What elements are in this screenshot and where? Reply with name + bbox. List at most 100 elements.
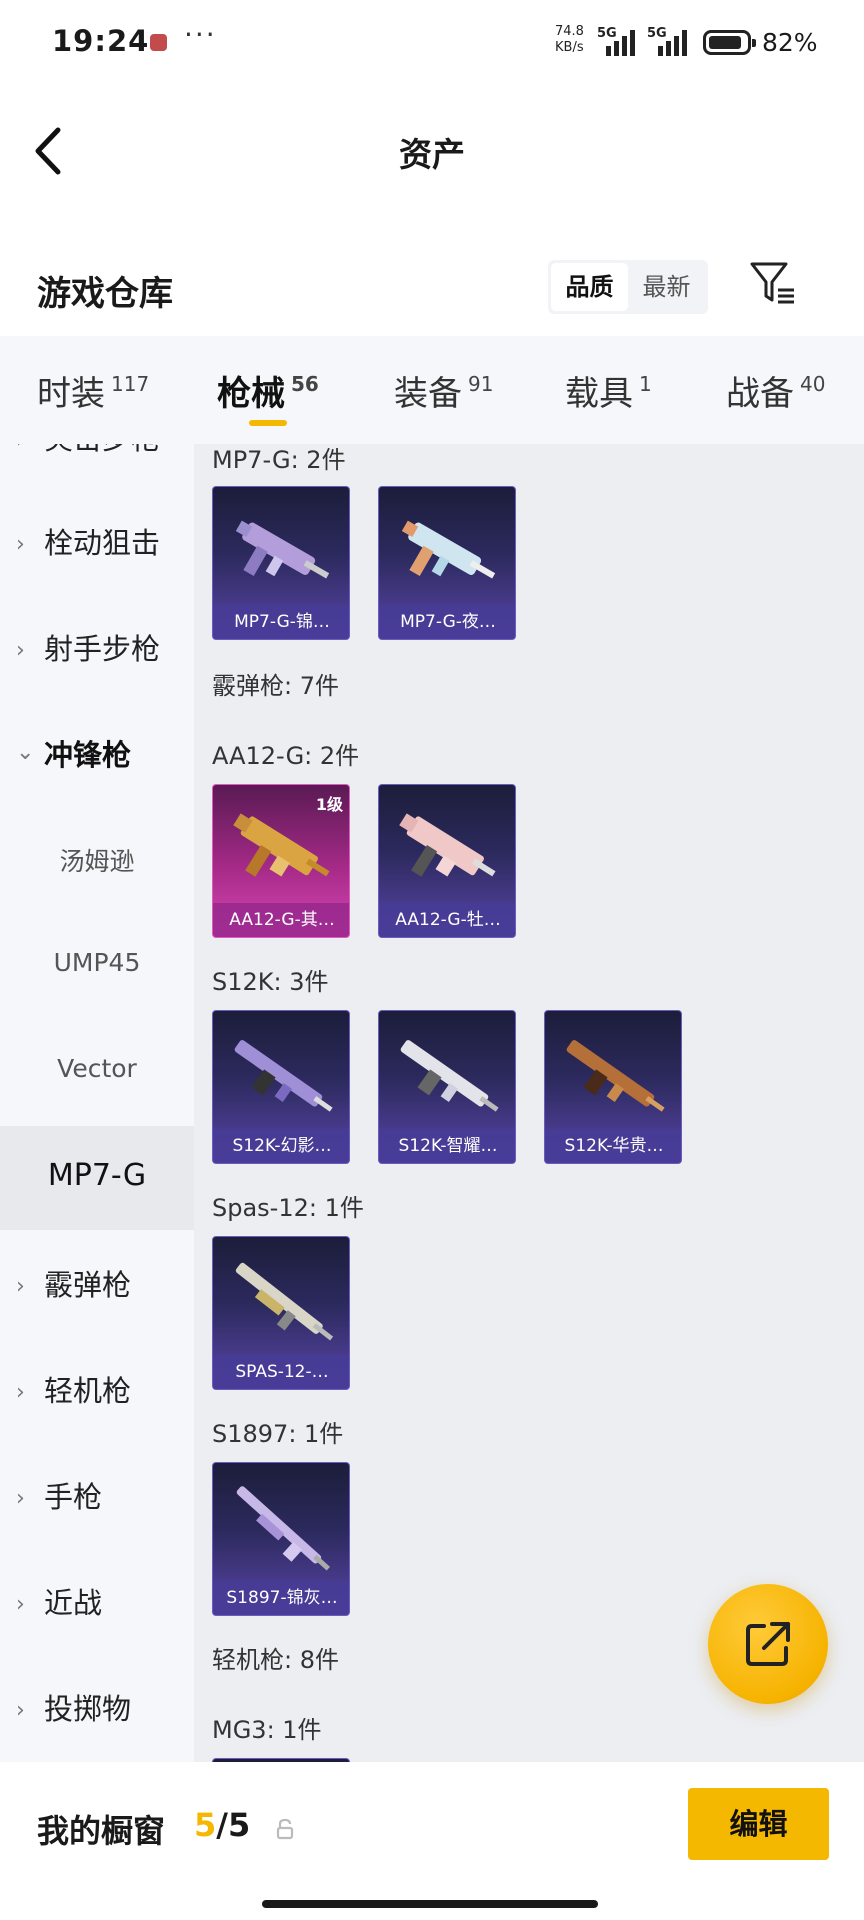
weapon-card-label: MP7-G-锦… xyxy=(213,605,349,639)
weapon-card-label: AA12-G-其… xyxy=(213,903,349,937)
edit-button[interactable]: 编辑 xyxy=(688,1788,829,1860)
sidebar-subitem-mp7g[interactable]: MP7-G xyxy=(0,1126,194,1230)
weapon-card[interactable]: AA12-G-牡… xyxy=(378,784,516,938)
section-header: MP7-G: 2件 xyxy=(212,446,346,474)
weapon-image xyxy=(234,1040,333,1112)
lock-icon xyxy=(276,1818,294,1840)
showcase-count: 5/5 xyxy=(194,1806,250,1844)
sidebar-subitem-thompson[interactable]: 汤姆逊 xyxy=(0,808,194,912)
sidebar-item-pistol[interactable]: › 手枪 xyxy=(0,1444,194,1548)
signal-icon-2 xyxy=(658,30,687,56)
sidebar-subitem-ump45[interactable]: UMP45 xyxy=(0,914,194,1018)
section-header: AA12-G: 2件 xyxy=(212,742,360,770)
weapon-card[interactable]: S12K-幻影… xyxy=(212,1010,350,1164)
showcase-bar: 我的橱窗 5/5 编辑 xyxy=(0,1762,864,1920)
sidebar-subitem-vector[interactable]: Vector xyxy=(0,1020,194,1124)
weapon-card[interactable]: MP7-G-锦… xyxy=(212,486,350,640)
chevron-right-icon: › xyxy=(16,638,25,663)
sidebar-item-label: 近战 xyxy=(44,1586,103,1620)
weapon-image xyxy=(235,1262,334,1341)
top-header: 资产 xyxy=(0,110,864,190)
sidebar-item-label: 栓动狙击 xyxy=(44,526,161,560)
chevron-right-icon: › xyxy=(16,1486,25,1511)
tab-guns-count: 56 xyxy=(291,372,319,396)
tab-supplies-count: 40 xyxy=(800,372,826,396)
page-title: 资产 xyxy=(399,135,465,174)
sidebar-item-smg[interactable]: ⌄ 冲锋枪 xyxy=(0,702,194,806)
sort-option-quality[interactable]: 品质 xyxy=(551,263,628,311)
section-header: 轻机枪: 8件 xyxy=(212,1646,339,1674)
sidebar-item-label: 射手步枪 xyxy=(44,632,161,666)
active-tab-indicator xyxy=(249,420,287,426)
weapon-card[interactable]: 1级 AA12-G-其… xyxy=(212,784,350,938)
signal-icon xyxy=(606,30,635,56)
weapon-card-label: S1897-锦灰… xyxy=(213,1581,349,1615)
weapon-image xyxy=(235,520,330,579)
sidebar-item-marksman-rifle[interactable]: › 射手步枪 xyxy=(0,596,194,700)
sidebar-item-lmg[interactable]: › 轻机枪 xyxy=(0,1338,194,1442)
sidebar-item-assault-rifle[interactable]: › 突击步枪 xyxy=(0,444,194,490)
section-header: 霰弹枪: 7件 xyxy=(212,672,339,700)
sidebar-item-shotgun[interactable]: › 霰弹枪 xyxy=(0,1232,194,1336)
sidebar-item-label: 霰弹枪 xyxy=(44,1268,132,1302)
status-time: 19:24 xyxy=(52,24,150,58)
tab-vehicles[interactable]: 载具 1 xyxy=(565,366,652,415)
tab-fashion-count: 117 xyxy=(111,372,150,396)
showcase-label: 我的橱窗 xyxy=(37,1812,166,1850)
home-indicator xyxy=(262,1900,598,1908)
chevron-right-icon: › xyxy=(16,444,25,453)
tab-vehicles-count: 1 xyxy=(639,372,652,396)
sidebar-item-label: MP7-G xyxy=(47,1158,147,1193)
sidebar-item-label: 轻机枪 xyxy=(44,1374,132,1408)
battery-icon xyxy=(703,30,756,55)
weapon-card[interactable]: S1897-锦灰… xyxy=(212,1462,350,1616)
chevron-down-icon: ⌄ xyxy=(16,740,35,765)
weapon-card-label: MP7-G-夜… xyxy=(379,605,515,639)
sort-option-newest[interactable]: 最新 xyxy=(628,263,705,311)
tab-vehicles-label: 载具 xyxy=(565,374,633,414)
showcase-separator: / xyxy=(216,1806,228,1844)
weapon-list: MP7-G: 2件 MP7-G-锦… MP7-G-夜… 霰弹枪: 7件 AA12… xyxy=(194,444,864,1762)
filter-icon[interactable] xyxy=(748,258,796,308)
sidebar-item-bolt-sniper[interactable]: › 栓动狙击 xyxy=(0,490,194,594)
weapon-image xyxy=(400,1040,499,1112)
sidebar-item-label: 手枪 xyxy=(44,1480,103,1514)
sidebar-item-throwables[interactable]: › 投掷物 xyxy=(0,1656,194,1760)
tab-guns[interactable]: 枪械 56 xyxy=(217,366,319,415)
chevron-right-icon: › xyxy=(16,1592,25,1617)
weapon-image xyxy=(401,520,496,579)
tab-equipment[interactable]: 装备 91 xyxy=(394,366,493,415)
weapon-card[interactable]: MP7-G-夜… xyxy=(378,486,516,640)
network-speed: 74.8 KB/s xyxy=(555,24,584,56)
network-speed-value: 74.8 xyxy=(555,24,584,39)
sort-toggle: 品质 最新 xyxy=(548,260,708,314)
weapon-image xyxy=(566,1040,665,1112)
weapon-card-label: SPAS-12-… xyxy=(213,1355,349,1389)
weapon-card[interactable]: SPAS-12-… xyxy=(212,1236,350,1390)
sidebar-item-melee[interactable]: › 近战 xyxy=(0,1550,194,1654)
sidebar-item-label: 投掷物 xyxy=(44,1692,132,1726)
weapon-category-sidebar: ›突击步枪 ›栓动狙击 ›射手步枪 ⌄冲锋枪 汤姆逊 UMP45 Vector … xyxy=(0,444,194,1762)
showcase-total: 5 xyxy=(227,1806,251,1844)
tab-fashion[interactable]: 时装 117 xyxy=(37,366,149,415)
showcase-current: 5 xyxy=(194,1806,217,1844)
share-external-button[interactable] xyxy=(708,1584,828,1704)
more-dots-icon: ··· xyxy=(184,18,217,51)
page: { "status": { "time": "19:24", "speed_va… xyxy=(0,0,864,1920)
share-external-icon xyxy=(746,1622,790,1666)
chevron-right-icon: › xyxy=(16,1380,25,1405)
weapon-card[interactable]: S12K-智耀… xyxy=(378,1010,516,1164)
network-speed-unit: KB/s xyxy=(555,40,584,55)
chevron-right-icon: › xyxy=(16,1274,25,1299)
weapon-card-label: S12K-幻影… xyxy=(213,1129,349,1163)
section-header: Spas-12: 1件 xyxy=(212,1194,364,1222)
tab-fashion-label: 时装 xyxy=(37,374,105,414)
tab-supplies[interactable]: 战备 40 xyxy=(726,366,825,415)
sidebar-item-label: 冲锋枪 xyxy=(44,738,132,772)
status-bar: 19:24 ··· 74.8 KB/s 5G 5G 82% xyxy=(0,0,864,88)
category-tabs: 时装 117 枪械 56 装备 91 载具 1 战备 40 xyxy=(0,336,864,444)
weapon-card-label: AA12-G-牡… xyxy=(379,903,515,937)
sidebar-item-label: 突击步枪 xyxy=(44,444,160,458)
battery-level: 82% xyxy=(762,28,818,57)
weapon-card[interactable]: S12K-华贵… xyxy=(544,1010,682,1164)
